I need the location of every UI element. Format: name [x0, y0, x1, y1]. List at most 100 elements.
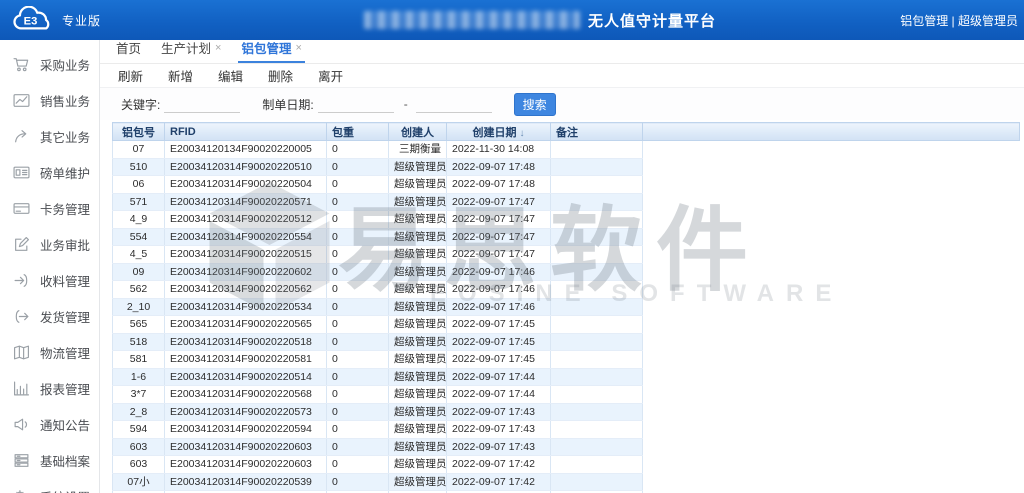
- keyword-input[interactable]: [164, 95, 240, 113]
- main-content: 首页生产计划×铝包管理× 刷新新增编辑删除离开 关键字: 制单日期: - 搜索 …: [100, 40, 1024, 493]
- column-header-creator[interactable]: 创建人: [389, 123, 447, 141]
- table-cell: E20034120314F90020220534: [165, 298, 327, 316]
- table-cell: 超级管理员: [389, 386, 447, 404]
- table-cell: [551, 316, 643, 334]
- sidebar-item-receiving[interactable]: 收料管理: [0, 262, 99, 298]
- refresh-button[interactable]: 刷新: [118, 66, 143, 85]
- table-row[interactable]: 603E20034120314F900202206030超级管理员2022-09…: [113, 438, 1020, 456]
- sidebar-item-settings[interactable]: 系统设置: [0, 478, 99, 493]
- table-row[interactable]: 09E20034120314F900202206020超级管理员2022-09-…: [113, 263, 1020, 281]
- table-cell-filler: [643, 246, 1020, 264]
- table-row[interactable]: 2_8E20034120314F900202205730超级管理员2022-09…: [113, 403, 1020, 421]
- table-row[interactable]: 3*7E20034120314F900202205680超级管理员2022-09…: [113, 386, 1020, 404]
- column-header-rfid[interactable]: RFID: [165, 123, 327, 141]
- sidebar-item-dispatch[interactable]: 发货管理: [0, 298, 99, 334]
- table-row[interactable]: 554E20034120314F900202205540超级管理员2022-09…: [113, 228, 1020, 246]
- tab-home[interactable]: 首页: [113, 38, 144, 63]
- table-cell: 09: [113, 263, 165, 281]
- table-cell: E20034120314F90020220510: [165, 158, 327, 176]
- sidebar-item-notices[interactable]: 通知公告: [0, 406, 99, 442]
- table-cell: 0: [327, 211, 389, 229]
- leave-button[interactable]: 离开: [318, 66, 343, 85]
- sidebar-item-archives[interactable]: 基础档案: [0, 442, 99, 478]
- table-row[interactable]: 06E20034120314F900202205040超级管理员2022-09-…: [113, 176, 1020, 194]
- sidebar-item-label: 销售业务: [40, 91, 90, 110]
- search-button[interactable]: 搜索: [514, 93, 556, 116]
- user-menu[interactable]: 铝包管理 | 超级管理员: [900, 12, 1018, 29]
- sidebar-item-purchase[interactable]: 采购业务: [0, 46, 99, 82]
- table-row[interactable]: 571E20034120314F900202205710超级管理员2022-09…: [113, 193, 1020, 211]
- tab-production-plan[interactable]: 生产计划×: [158, 38, 224, 63]
- table-cell: 超级管理员: [389, 193, 447, 211]
- table-cell: 超级管理员: [389, 281, 447, 299]
- sidebar-item-reports[interactable]: 报表管理: [0, 370, 99, 406]
- column-header-weight[interactable]: 包重: [327, 123, 389, 141]
- table-cell-filler: [643, 351, 1020, 369]
- sidebar-item-label: 磅单维护: [40, 163, 90, 182]
- sidebar-item-cards[interactable]: 卡务管理: [0, 190, 99, 226]
- edit-button[interactable]: 编辑: [218, 66, 243, 85]
- column-header-create-date[interactable]: 创建日期↓: [447, 123, 551, 141]
- table-row[interactable]: 4_5E20034120314F900202205150超级管理员2022-09…: [113, 246, 1020, 264]
- table-cell: 581: [113, 351, 165, 369]
- table-cell: [551, 193, 643, 211]
- column-header-remark[interactable]: 备注: [551, 123, 643, 141]
- close-icon[interactable]: ×: [295, 42, 301, 54]
- table-cell-filler: [643, 438, 1020, 456]
- table-row[interactable]: 510E20034120314F900202205100超级管理员2022-09…: [113, 158, 1020, 176]
- table-cell: 4_9: [113, 211, 165, 229]
- table-cell: [551, 176, 643, 194]
- sidebar-item-label: 报表管理: [40, 379, 90, 398]
- sidebar-item-label: 通知公告: [40, 415, 90, 434]
- table-cell: [551, 246, 643, 264]
- sidebar: 采购业务销售业务其它业务磅单维护卡务管理业务审批收料管理发货管理物流管理报表管理…: [0, 40, 100, 493]
- table-row[interactable]: 565E20034120314F900202205650超级管理员2022-09…: [113, 316, 1020, 334]
- date-from-input[interactable]: [318, 95, 394, 113]
- sidebar-item-other[interactable]: 其它业务: [0, 118, 99, 154]
- table-cell: E20034120314F90020220602: [165, 263, 327, 281]
- table-row[interactable]: 4_9E20034120314F900202205120超级管理员2022-09…: [113, 211, 1020, 229]
- table-cell: [551, 263, 643, 281]
- toolbar: 刷新 新增 编辑 删除 离开: [100, 64, 1024, 87]
- table-row[interactable]: 2_10E20034120314F900202205340超级管理员2022-0…: [113, 298, 1020, 316]
- table-cell-filler: [643, 176, 1020, 194]
- sidebar-item-sales[interactable]: 销售业务: [0, 82, 99, 118]
- table-row[interactable]: 562E20034120314F900202205620超级管理员2022-09…: [113, 281, 1020, 299]
- table-cell: 07小: [113, 473, 165, 491]
- table-cell: 0: [327, 421, 389, 439]
- sidebar-item-weigh-note[interactable]: 磅单维护: [0, 154, 99, 190]
- table-row[interactable]: 581E20034120314F900202205810超级管理员2022-09…: [113, 351, 1020, 369]
- table-cell: 2022-09-07 17:43: [447, 403, 551, 421]
- table-cell: 2022-09-07 17:44: [447, 386, 551, 404]
- add-button[interactable]: 新增: [168, 66, 193, 85]
- sort-desc-icon: ↓: [520, 128, 525, 139]
- announcement-icon: [13, 416, 30, 433]
- table-row[interactable]: 1-6E20034120314F900202205140超级管理员2022-09…: [113, 368, 1020, 386]
- table-row[interactable]: 07E20034120134F900202200050三期衡量2022-11-3…: [113, 141, 1020, 159]
- table-row[interactable]: 07小E20034120314F900202205390超级管理员2022-09…: [113, 473, 1020, 491]
- tab-aluminum-package[interactable]: 铝包管理×: [238, 38, 304, 63]
- table-row[interactable]: 594E20034120314F900202205940超级管理员2022-09…: [113, 421, 1020, 439]
- table-cell: 0: [327, 473, 389, 491]
- keyword-label: 关键字:: [121, 96, 160, 113]
- table-row[interactable]: 518E20034120314F900202205180超级管理员2022-09…: [113, 333, 1020, 351]
- table-cell: [551, 298, 643, 316]
- table-cell: 超级管理员: [389, 246, 447, 264]
- table-cell: E20034120314F90020220562: [165, 281, 327, 299]
- column-header-pkg-no[interactable]: 铝包号: [113, 123, 165, 141]
- table-row[interactable]: 603E20034120314F900202206030超级管理员2022-09…: [113, 456, 1020, 474]
- table-cell: [551, 368, 643, 386]
- table-cell: 超级管理员: [389, 263, 447, 281]
- edition-label: 专业版: [62, 12, 101, 29]
- delete-button[interactable]: 删除: [268, 66, 293, 85]
- table-cell-filler: [643, 228, 1020, 246]
- sidebar-item-logistics[interactable]: 物流管理: [0, 334, 99, 370]
- table-cell: 0: [327, 351, 389, 369]
- close-icon[interactable]: ×: [215, 42, 221, 54]
- table-cell-filler: [643, 333, 1020, 351]
- table-cell: E20034120314F90020220565: [165, 316, 327, 334]
- date-to-input[interactable]: [416, 95, 492, 113]
- sidebar-item-label: 采购业务: [40, 55, 90, 74]
- table-cell: 2022-09-07 17:46: [447, 263, 551, 281]
- sidebar-item-approval[interactable]: 业务审批: [0, 226, 99, 262]
